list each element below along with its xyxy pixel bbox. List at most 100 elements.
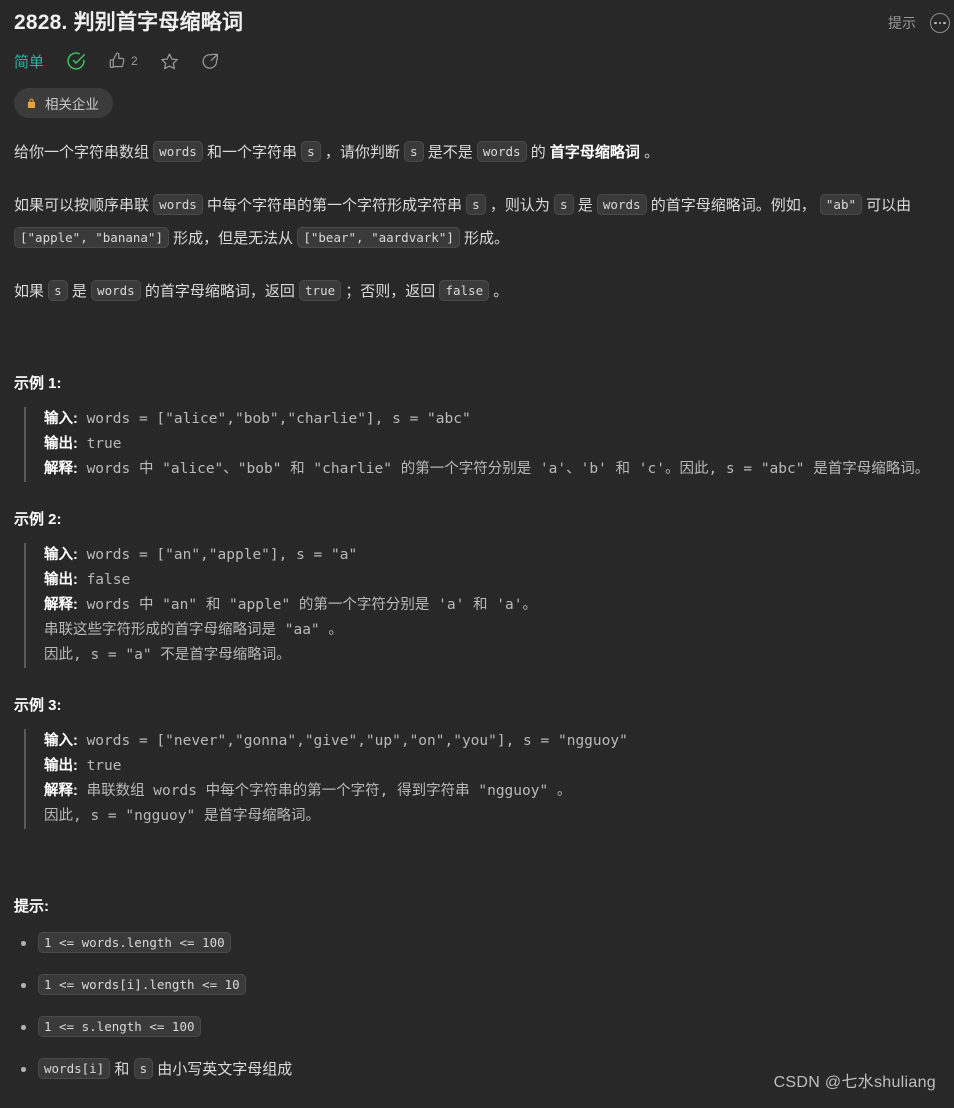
example-block: 输入: words = ["never","gonna","give","up"… (24, 729, 940, 829)
emphasis-text: 首字母缩略词 (549, 144, 640, 161)
list-item: 1 <= words.length <= 100 (14, 932, 940, 955)
output-value: true (77, 436, 122, 452)
like-count: 2 (131, 54, 138, 68)
text: 。 (489, 283, 509, 300)
check-circle-icon[interactable] (66, 51, 86, 71)
inline-code: ["bear", "aardvark"] (297, 227, 460, 248)
text: 是不是 (423, 144, 477, 161)
header-actions: 提示 (888, 8, 950, 33)
output-label: 输出: (44, 436, 78, 452)
example-output-line: 输出: false (44, 568, 940, 593)
input-value: words = ["alice","bob","charlie"], s = "… (77, 411, 471, 427)
example-input-line: 输入: words = ["alice","bob","charlie"], s… (44, 407, 940, 432)
example-title: 示例 2: (14, 511, 62, 528)
example-output-line: 输出: true (44, 432, 940, 457)
star-icon (160, 52, 178, 69)
inline-code: "ab" (819, 194, 862, 215)
company-tag-row: 相关企业 (0, 72, 954, 118)
input-label: 输入: (44, 733, 78, 749)
text: 是 (573, 197, 597, 214)
constraint-code: 1 <= words[i].length <= 10 (38, 974, 246, 995)
example-input-line: 输入: words = ["an","apple"], s = "a" (44, 543, 940, 568)
input-label: 输入: (44, 547, 78, 563)
inline-code: true (299, 280, 342, 301)
text: 如果可以按顺序串联 (14, 197, 154, 214)
thumbs-up-button[interactable]: 2 (108, 52, 138, 70)
output-label: 输出: (44, 572, 78, 588)
input-value: words = ["an","apple"], s = "a" (77, 547, 358, 563)
constraint-code: 1 <= s.length <= 100 (38, 1016, 201, 1037)
example-output-line: 输出: true (44, 754, 940, 779)
inline-code: words (91, 280, 141, 301)
hint-link[interactable]: 提示 (888, 13, 916, 33)
output-label: 输出: (44, 758, 78, 774)
text: 和一个字符串 (202, 144, 302, 161)
example-block: 输入: words = ["an","apple"], s = "a" 输出: … (24, 543, 940, 668)
inline-code: s (404, 141, 424, 162)
related-companies-badge[interactable]: 相关企业 (14, 88, 113, 118)
problem-content: 给你一个字符串数组 words 和一个字符串 s ，请你判断 s 是不是 wor… (0, 118, 954, 1081)
text: 给你一个字符串数组 (14, 144, 154, 161)
text: 形成，但是无法从 (169, 230, 298, 247)
text: 形成。 (459, 230, 510, 247)
text: 的首字母缩略词。例如， (646, 197, 820, 214)
inline-code: ["apple", "banana"] (14, 227, 169, 248)
lock-icon (27, 98, 36, 108)
inline-code: s (554, 194, 574, 215)
text: 。 (639, 144, 660, 161)
example-block: 输入: words = ["alice","bob","charlie"], s… (24, 407, 940, 482)
input-label: 输入: (44, 411, 78, 427)
problem-meta-row: 简单 2 (0, 38, 954, 72)
input-value: words = ["never","gonna","give","up","on… (77, 733, 628, 749)
more-dots-icon[interactable] (930, 13, 950, 33)
constraint-code: 1 <= words.length <= 100 (38, 932, 231, 953)
constraints-list: 1 <= words.length <= 100 1 <= words[i].l… (14, 932, 940, 1081)
description-paragraph-3: 如果 s 是 words 的首字母缩略词，返回 true ；否则，返回 fals… (14, 275, 940, 308)
inline-code: s (48, 280, 68, 301)
text: 和 (110, 1061, 134, 1078)
list-item: words[i] 和 s 由小写英文字母组成 (14, 1058, 940, 1081)
example-title: 示例 1: (14, 375, 62, 392)
text: 的首字母缩略词，返回 (140, 283, 300, 300)
output-value: true (77, 758, 122, 774)
example-input-line: 输入: words = ["never","gonna","give","up"… (44, 729, 940, 754)
text: ；否则，返回 (341, 283, 440, 300)
inline-code: s (301, 141, 321, 162)
share-icon (202, 53, 218, 69)
description-paragraph-2: 如果可以按顺序串联 words 中每个字符串的第一个字符形成字符串 s ，则认为… (14, 189, 940, 255)
description-paragraph-1: 给你一个字符串数组 words 和一个字符串 s ，请你判断 s 是不是 wor… (14, 136, 940, 169)
share-button[interactable] (201, 52, 220, 71)
constraint-code: words[i] (38, 1058, 111, 1079)
text: ，请你判断 (320, 144, 405, 161)
explain-value: 串联数组 words 中每个字符串的第一个字符, 得到字符串 "ngguoy" … (44, 783, 572, 824)
explain-label: 解释: (44, 597, 78, 613)
text: 是 (67, 283, 92, 300)
explain-label: 解释: (44, 461, 78, 477)
example-explain-line: 解释: 串联数组 words 中每个字符串的第一个字符, 得到字符串 "nggu… (44, 779, 940, 829)
inline-code: s (466, 194, 486, 215)
explain-value: words 中 "alice"、"bob" 和 "charlie" 的第一个字符… (77, 461, 930, 477)
inline-code: words (153, 141, 203, 162)
page-title: 2828. 判别首字母缩略词 (14, 11, 244, 34)
dot (934, 21, 937, 25)
related-companies-label: 相关企业 (45, 97, 99, 112)
example-explain-line: 解释: words 中 "an" 和 "apple" 的第一个字符分别是 'a'… (44, 593, 940, 668)
thumbs-up-icon (109, 52, 125, 68)
inline-code: words (476, 141, 527, 162)
list-item: 1 <= words[i].length <= 10 (14, 974, 940, 997)
text: 可以由 (862, 197, 912, 214)
text: 的 (526, 144, 550, 161)
explain-label: 解释: (44, 783, 78, 799)
problem-page: 2828. 判别首字母缩略词 提示 简单 2 相关企业 给你一个字符串数组 wo… (0, 0, 954, 1108)
text: 中每个字符串的第一个字符形成字符串 (202, 197, 467, 214)
example-title: 示例 3: (14, 697, 62, 714)
list-item: 1 <= s.length <= 100 (14, 1016, 940, 1039)
constraints-title: 提示: (14, 898, 49, 915)
output-value: false (77, 572, 131, 588)
dot (943, 21, 946, 25)
explain-value: words 中 "an" 和 "apple" 的第一个字符分别是 'a' 和 '… (44, 597, 537, 663)
text: 由小写英文字母组成 (153, 1061, 293, 1078)
page-header: 2828. 判别首字母缩略词 提示 (0, 0, 954, 38)
inline-code: false (439, 280, 490, 301)
favorite-star-button[interactable] (160, 52, 179, 71)
